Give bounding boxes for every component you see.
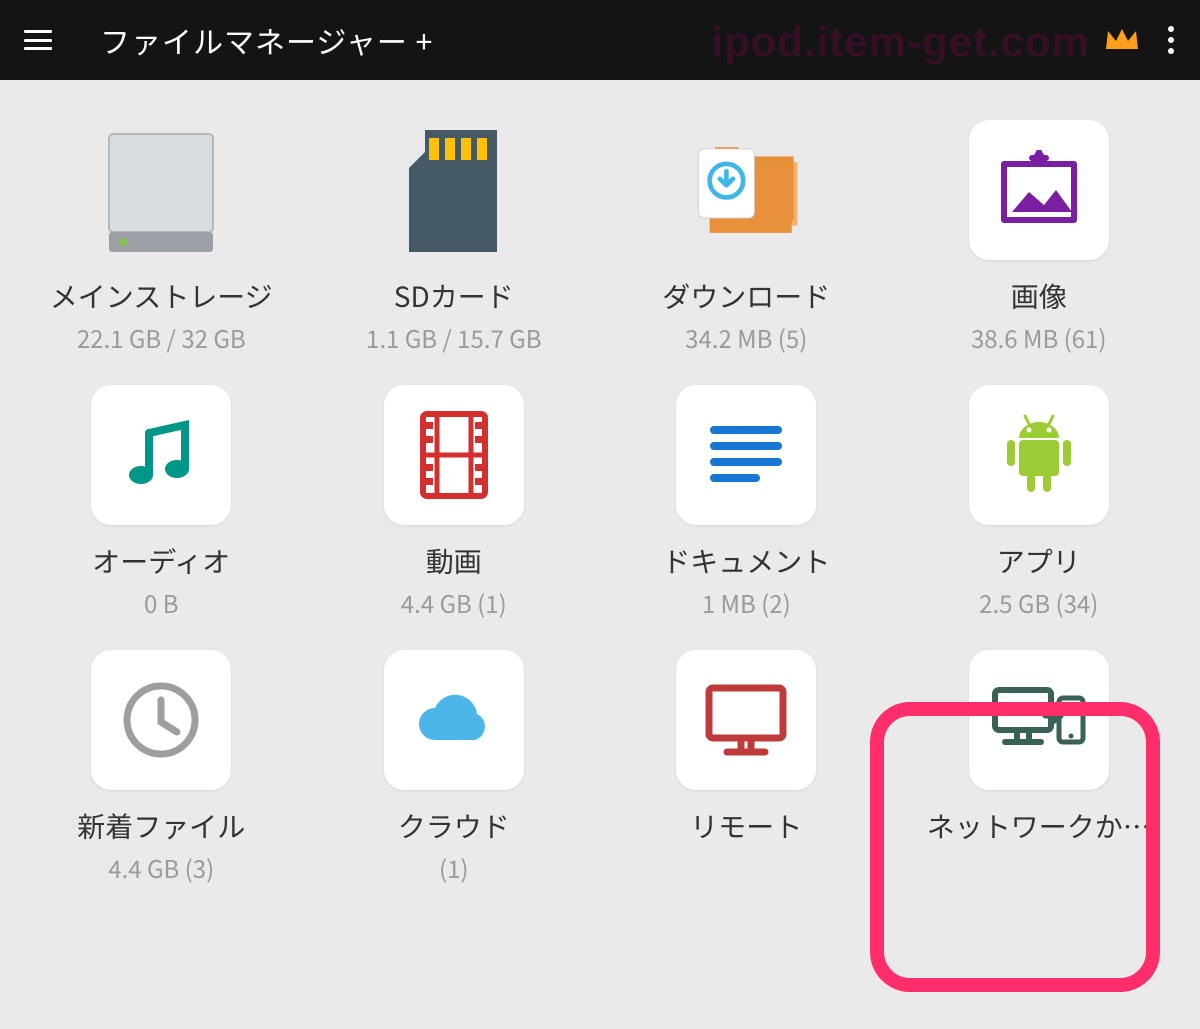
item-label: SDカード [394,276,514,316]
image-icon [969,120,1109,260]
item-label: 新着ファイル [77,806,245,846]
item-documents[interactable]: ドキュメント 1 MB (2) [605,385,888,620]
item-sub: (1) [439,850,469,885]
item-main-storage[interactable]: メインストレージ 22.1 GB / 32 GB [20,120,303,355]
app-header: ファイルマネージャー + ipod.item-get.com [0,0,1200,80]
item-sub: 22.1 GB / 32 GB [77,320,246,355]
pc-transfer-icon [969,650,1109,790]
clock-icon [91,650,231,790]
item-label: ダウンロード [662,276,830,316]
android-icon [969,385,1109,525]
item-audio[interactable]: オーディオ 0 B [20,385,303,620]
watermark-text: ipod.item-get.com [711,18,1090,66]
hdd-icon [91,120,231,260]
item-apps[interactable]: アプリ 2.5 GB (34) [898,385,1181,620]
item-video[interactable]: 動画 4.4 GB (1) [313,385,596,620]
monitor-icon [676,650,816,790]
item-downloads[interactable]: ダウンロード 34.2 MB (5) [605,120,888,355]
cloud-icon [384,650,524,790]
more-icon[interactable] [1160,16,1182,64]
item-cloud[interactable]: クラウド (1) [313,650,596,885]
category-grid: メインストレージ 22.1 GB / 32 GB SDカード 1.1 GB / … [0,80,1200,905]
item-sub: 38.6 MB (61) [971,320,1107,355]
item-sub: 4.4 GB (1) [401,585,507,620]
menu-icon[interactable] [24,30,52,50]
item-label: 画像 [1011,276,1067,316]
item-sub: 0 B [144,585,178,620]
item-sub: 34.2 MB (5) [685,320,807,355]
item-label: ネットワークか… [927,806,1151,846]
item-sub: 1 MB (2) [702,585,791,620]
item-images[interactable]: 画像 38.6 MB (61) [898,120,1181,355]
item-label: ドキュメント [662,541,830,581]
document-icon [676,385,816,525]
music-icon [91,385,231,525]
item-network[interactable]: ネットワークか… [898,650,1181,885]
item-label: クラウド [398,806,510,846]
app-title: ファイルマネージャー + [100,18,433,62]
item-sub: 2.5 GB (34) [979,585,1098,620]
film-icon [384,385,524,525]
download-folder-icon [676,120,816,260]
item-sub: 4.4 GB (3) [108,850,214,885]
crown-icon[interactable] [1104,27,1140,53]
item-remote[interactable]: リモート [605,650,888,885]
item-label: 動画 [426,541,482,581]
item-sub: 1.1 GB / 15.7 GB [366,320,541,355]
item-label: リモート [690,806,802,846]
item-sd-card[interactable]: SDカード 1.1 GB / 15.7 GB [313,120,596,355]
sdcard-icon [384,120,524,260]
item-label: アプリ [997,541,1081,581]
item-label: オーディオ [92,541,230,581]
item-label: メインストレージ [50,276,273,316]
item-recent[interactable]: 新着ファイル 4.4 GB (3) [20,650,303,885]
